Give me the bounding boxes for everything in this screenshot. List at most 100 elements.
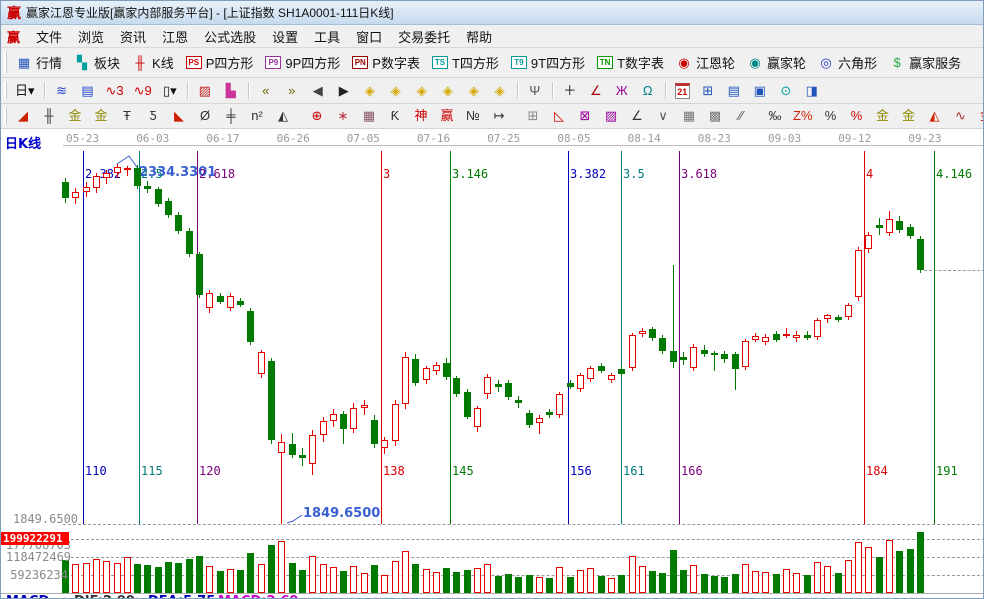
menu-文件[interactable]: 文件 [28, 25, 70, 48]
volume-bar[interactable] [845, 560, 852, 593]
scale-tool-tool-button[interactable]: ╫ [36, 105, 62, 127]
period-selector-tool-button[interactable]: 日▾ [10, 80, 40, 102]
volume-bar[interactable] [144, 565, 151, 593]
date-axis-label[interactable]: 09-23 [908, 132, 941, 145]
volume-bar[interactable] [732, 574, 739, 593]
volume-bar[interactable] [783, 569, 790, 593]
volume-bar[interactable] [309, 556, 316, 593]
volume-bar[interactable] [526, 575, 533, 593]
arrow-span-tool-tool-button[interactable]: ↦ [486, 105, 512, 127]
volume-bar[interactable] [175, 563, 182, 593]
shift-left-tool-button[interactable]: ◈ [357, 80, 383, 102]
volume-bar[interactable] [721, 577, 728, 593]
wave-line-tool-tool-button[interactable]: ∿ [948, 105, 974, 127]
volume-bar[interactable] [567, 577, 574, 593]
crosshair-tool-button[interactable]: ＋ [557, 80, 583, 102]
volume-bar[interactable] [546, 578, 553, 593]
z-percent-tool-tool-button[interactable]: Z% [788, 105, 818, 127]
volume-bar[interactable] [392, 561, 399, 593]
parallel-lines-tool-tool-button[interactable]: ∕∕ [728, 105, 754, 127]
cycle-tool-tool-button[interactable]: Ω [635, 80, 661, 102]
date-axis-label[interactable]: 07-25 [487, 132, 520, 145]
percent-line-tool-tool-button[interactable]: % [844, 105, 870, 127]
menu-公式选股[interactable]: 公式选股 [196, 25, 264, 48]
date-axis-label[interactable]: 06-26 [277, 132, 310, 145]
volume-bar[interactable] [701, 574, 708, 593]
volume-bar[interactable] [474, 568, 481, 593]
volume-bar[interactable] [72, 564, 79, 593]
hand-tool-tool-button[interactable]: Ψ [522, 80, 548, 102]
red-sketch-tool-button[interactable]: ▨ [192, 80, 218, 102]
remote-tool-button[interactable]: ◨ [799, 80, 825, 102]
volume-bar[interactable] [124, 557, 131, 593]
menu-交易委托[interactable]: 交易委托 [390, 25, 458, 48]
volume-bar[interactable] [742, 564, 749, 593]
volume-bar[interactable] [515, 577, 522, 593]
volume-bar[interactable] [114, 563, 121, 593]
volume-bar[interactable] [278, 541, 285, 593]
volume-bar[interactable] [793, 573, 800, 593]
histogram-tool-button[interactable]: ▙ [218, 80, 244, 102]
volume-bar[interactable] [155, 567, 162, 593]
gann-circle-tool-tool-button[interactable]: ⊕ [304, 105, 330, 127]
wave9-tool-button[interactable]: ∿9 [129, 80, 157, 102]
volume-bar[interactable] [814, 562, 821, 593]
menu-工具[interactable]: 工具 [306, 25, 348, 48]
volume-bar[interactable] [206, 566, 213, 593]
angle-measure-tool-button[interactable]: ∠ [583, 80, 609, 102]
volume-bar[interactable] [886, 540, 893, 593]
date-axis-label[interactable]: 08-14 [628, 132, 661, 145]
volume-bar[interactable] [639, 566, 646, 593]
first-page-tool-button[interactable]: « [253, 80, 279, 102]
volume-bar[interactable] [361, 573, 368, 593]
trend-angle-tool-tool-button[interactable]: ∠ [624, 105, 650, 127]
9t-square-button[interactable]: T99T四方形 [505, 50, 591, 75]
next-tool-button[interactable]: ▶ [331, 80, 357, 102]
zoom-out-x-tool-button[interactable]: ◈ [409, 80, 435, 102]
volume-bar[interactable] [134, 564, 141, 593]
sectors-button[interactable]: ▚板块 [68, 50, 126, 75]
volume-bar[interactable] [237, 570, 244, 593]
kline-chart[interactable]: 日K线 1849.6500 2334.3301 1849.6500 199922… [1, 129, 984, 599]
brush-tool-tool-button[interactable]: ◢ [10, 105, 36, 127]
v-shape-tool-tool-button[interactable]: ∨ [650, 105, 676, 127]
last-page-tool-button[interactable]: » [279, 80, 305, 102]
menu-帮助[interactable]: 帮助 [458, 25, 500, 48]
shift-right-tool-button[interactable]: ◈ [383, 80, 409, 102]
volume-bar[interactable] [649, 571, 656, 593]
calculator-tool-button[interactable]: ⊞ [695, 80, 721, 102]
gold-line-tool-tool-button[interactable]: 金 [896, 105, 922, 127]
volume-bar[interactable] [340, 571, 347, 593]
volume-bar[interactable] [289, 563, 296, 593]
cycle5-tool-tool-button[interactable]: Ƽ [140, 105, 166, 127]
volume-bar[interactable] [227, 569, 234, 593]
compress-tool-button[interactable]: ◈ [461, 80, 487, 102]
t-number-table-button[interactable]: TNT数字表 [591, 50, 670, 75]
hexagon-button[interactable]: ◎六角形 [812, 50, 883, 75]
date-axis-label[interactable]: 08-05 [557, 132, 590, 145]
volume-bar[interactable] [804, 575, 811, 593]
single-candle-tool-button[interactable]: ▯▾ [157, 80, 183, 102]
volume-bar[interactable] [464, 570, 471, 593]
volume-bar[interactable] [608, 578, 615, 593]
purple-box-tool-tool-button[interactable]: ⊠ [572, 105, 598, 127]
percent-tool-tool-button[interactable]: % [818, 105, 844, 127]
volume-bar[interactable] [103, 561, 110, 593]
pen-tool-tool-button[interactable]: ◣ [166, 105, 192, 127]
grid-tool-tool-button[interactable]: ▦ [676, 105, 702, 127]
report-board-tool-button[interactable]: ▤ [75, 80, 101, 102]
volume-bar[interactable] [835, 573, 842, 593]
volume-bar[interactable] [433, 572, 440, 593]
volume-bar[interactable] [618, 575, 625, 593]
notes-tool-button[interactable]: ▤ [721, 80, 747, 102]
volume-bar[interactable] [381, 575, 388, 593]
volume-bar[interactable] [711, 576, 718, 593]
volume-bar[interactable] [484, 564, 491, 593]
volume-bar[interactable] [371, 565, 378, 593]
quotes-button[interactable]: ▦行情 [10, 50, 68, 75]
volume-bar[interactable] [453, 572, 460, 593]
volume-bar[interactable] [896, 551, 903, 593]
volume-bar[interactable] [690, 565, 697, 593]
volume-bar[interactable] [495, 576, 502, 593]
volume-bar[interactable] [536, 577, 543, 593]
